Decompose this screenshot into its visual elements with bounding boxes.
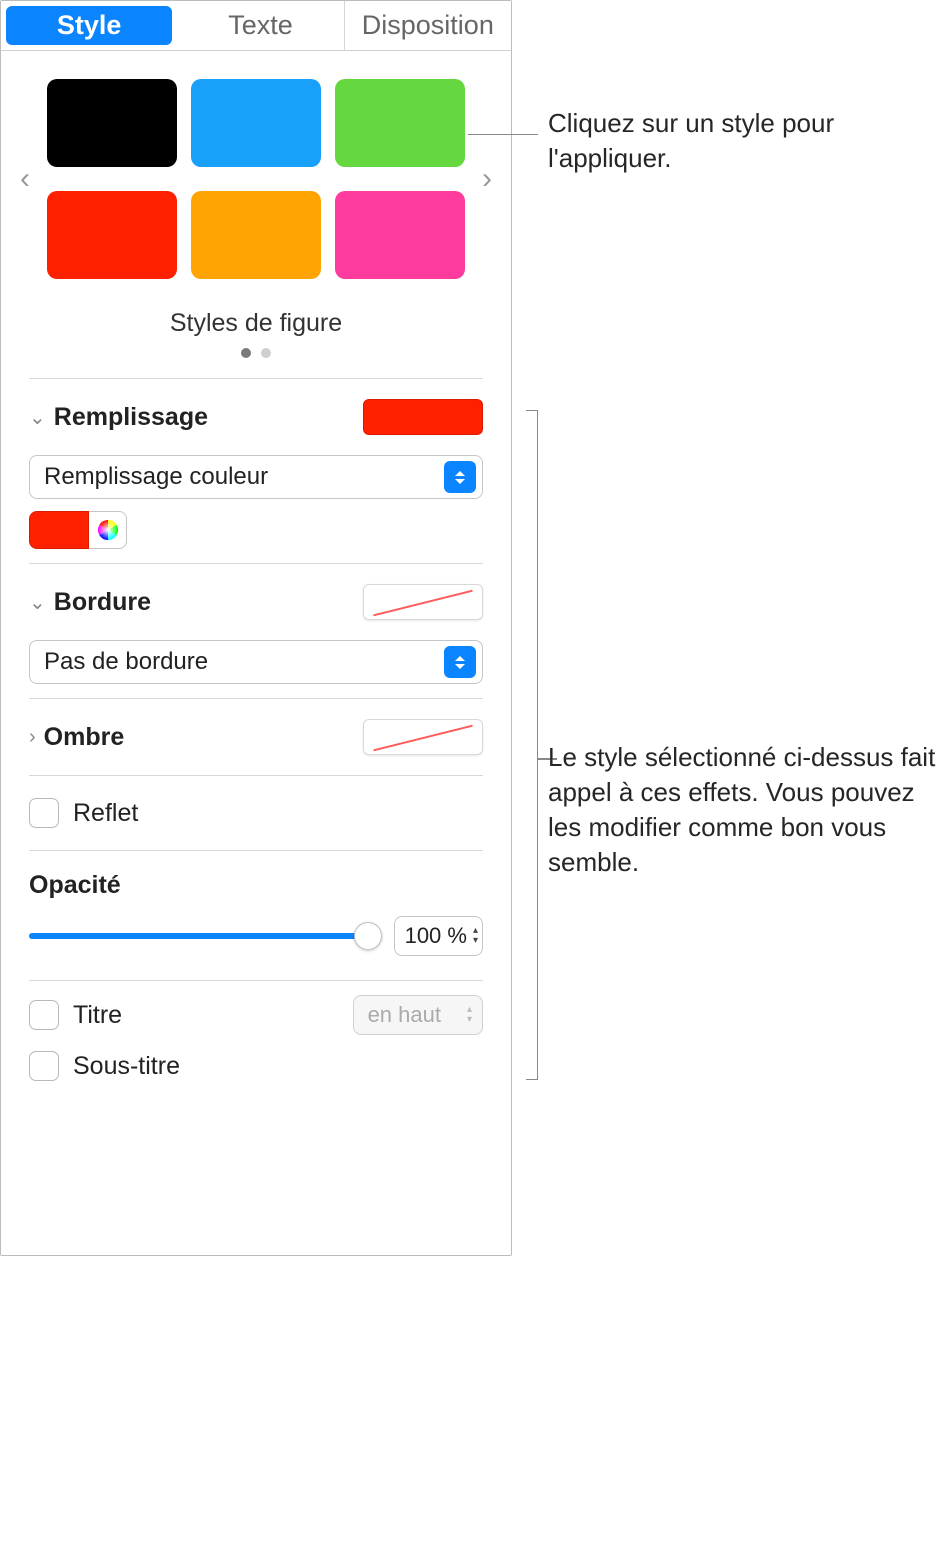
opacity-value-text: 100 % [405, 923, 467, 949]
border-color-well[interactable] [363, 584, 483, 620]
title-position-select[interactable]: en haut ▴▾ [353, 995, 483, 1035]
select-stepper-icon [444, 646, 476, 678]
subtitle-checkbox[interactable] [29, 1051, 59, 1081]
callouts-region: Cliquez sur un style pour l'appliquer. L… [512, 0, 952, 1256]
select-stepper-icon: ▴▾ [467, 1005, 472, 1025]
inspector-tabs: Style Texte Disposition [1, 1, 511, 51]
fill-color-chip[interactable] [29, 511, 89, 549]
chevron-down-icon: ⌄ [29, 590, 46, 615]
shape-style-grid [41, 79, 471, 279]
border-type-value: Pas de bordure [44, 648, 208, 676]
fill-type-select[interactable]: Remplissage couleur [29, 455, 483, 499]
chevron-down-icon: ⌄ [29, 405, 46, 430]
opacity-slider[interactable] [29, 924, 376, 948]
color-picker-button[interactable] [89, 511, 127, 549]
callout-effects: Le style sélectionné ci-dessus fait appe… [548, 740, 952, 880]
tab-style[interactable]: Style [6, 6, 172, 45]
tab-layout[interactable]: Disposition [345, 1, 511, 50]
subtitle-label: Sous-titre [73, 1052, 180, 1081]
styles-prev-arrow[interactable]: ‹ [9, 162, 41, 196]
fill-type-value: Remplissage couleur [44, 463, 268, 491]
stepper-down-icon[interactable]: ▾ [473, 936, 478, 946]
shadow-color-well[interactable] [363, 719, 483, 755]
style-swatch-green[interactable] [335, 79, 465, 167]
reflection-label: Reflet [73, 799, 138, 828]
style-swatch-orange[interactable] [191, 191, 321, 279]
color-wheel-icon [96, 518, 120, 542]
chevron-right-icon: › [29, 726, 36, 749]
opacity-stepper[interactable]: ▴ ▾ [473, 926, 478, 946]
shadow-label: Ombre [44, 723, 125, 752]
select-stepper-icon [444, 461, 476, 493]
title-position-value: en haut [368, 1002, 441, 1028]
style-swatch-pink[interactable] [335, 191, 465, 279]
reflection-section: Reflet [1, 776, 511, 850]
fill-disclosure[interactable]: ⌄ Remplissage [29, 403, 208, 432]
style-page-dots [9, 348, 503, 358]
fill-section: ⌄ Remplissage Remplissage couleur [1, 379, 511, 563]
shape-styles-caption: Styles de figure [9, 309, 503, 338]
title-section: Titre en haut ▴▾ Sous-titre [1, 981, 511, 1095]
style-swatch-blue[interactable] [191, 79, 321, 167]
shadow-disclosure[interactable]: › Ombre [29, 723, 124, 752]
page-dot-1[interactable] [241, 348, 251, 358]
slider-thumb[interactable] [354, 922, 382, 950]
format-inspector-panel: Style Texte Disposition ‹ › Styles de fi… [0, 0, 512, 1256]
border-type-select[interactable]: Pas de bordure [29, 640, 483, 684]
border-section: ⌄ Bordure Pas de bordure [1, 564, 511, 698]
style-swatch-black[interactable] [47, 79, 177, 167]
opacity-section: Opacité 100 % ▴ ▾ [1, 851, 511, 980]
border-label: Bordure [54, 588, 151, 617]
shadow-section: › Ombre [1, 699, 511, 775]
shape-styles-section: ‹ › Styles de figure [1, 51, 511, 378]
fill-color-controls [29, 511, 483, 549]
style-swatch-red[interactable] [47, 191, 177, 279]
fill-label: Remplissage [54, 403, 208, 432]
title-checkbox[interactable] [29, 1000, 59, 1030]
fill-color-well[interactable] [363, 399, 483, 435]
opacity-label: Opacité [29, 871, 483, 900]
tab-text[interactable]: Texte [177, 1, 344, 50]
page-dot-2[interactable] [261, 348, 271, 358]
title-label: Titre [73, 1001, 122, 1030]
styles-next-arrow[interactable]: › [471, 162, 503, 196]
reflection-checkbox[interactable] [29, 798, 59, 828]
callout-apply-style: Cliquez sur un style pour l'appliquer. [548, 106, 952, 176]
effects-bracket [526, 410, 538, 1080]
border-disclosure[interactable]: ⌄ Bordure [29, 588, 151, 617]
opacity-value-field[interactable]: 100 % ▴ ▾ [394, 916, 483, 956]
